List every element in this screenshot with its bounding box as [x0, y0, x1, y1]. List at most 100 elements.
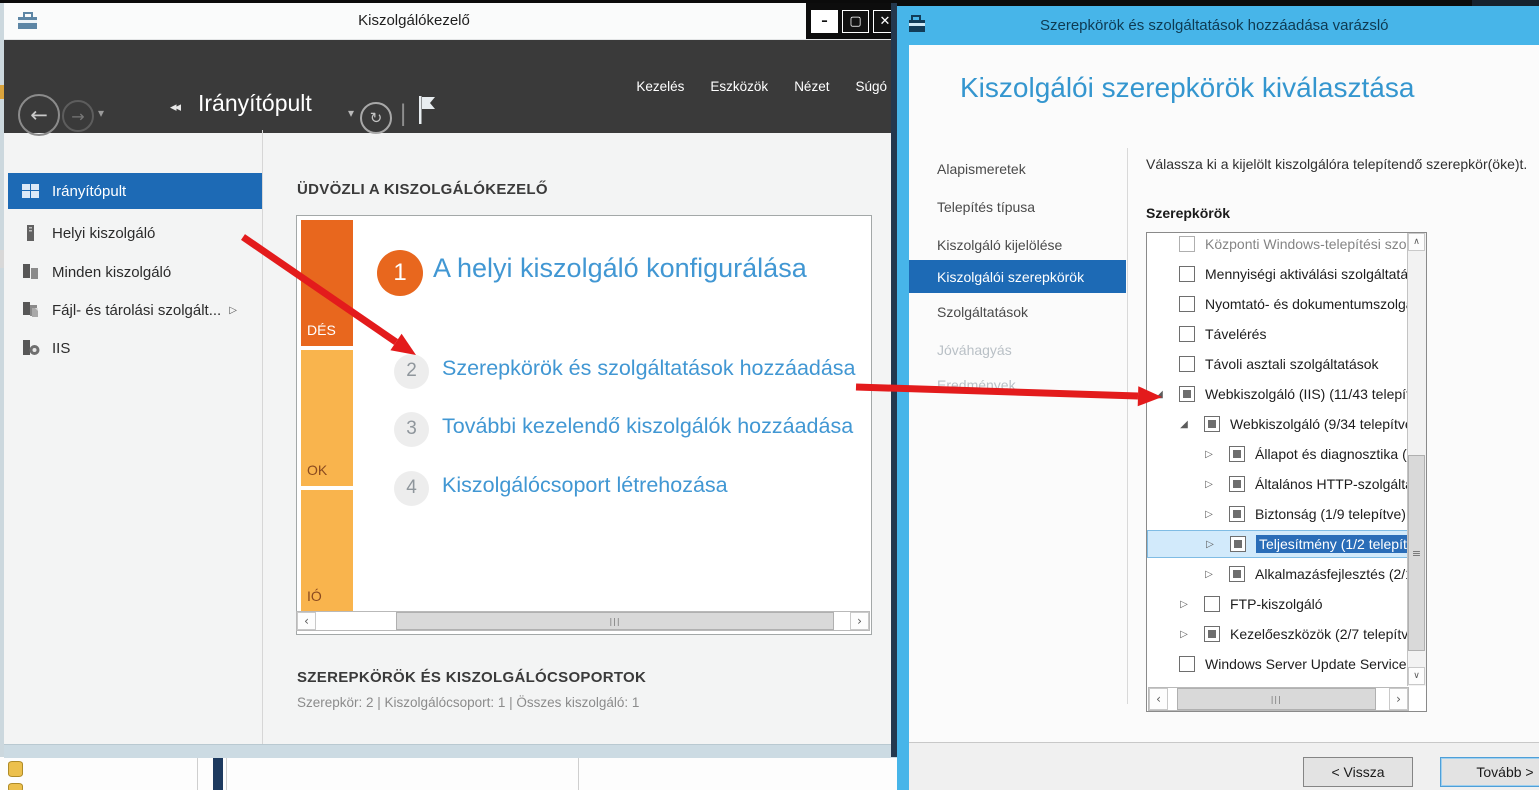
tree-row[interactable]: Központi Windows-telepítési szolgáltatás…: [1147, 233, 1409, 258]
menu-item-nézet[interactable]: Nézet: [794, 79, 829, 94]
scroll-right-button[interactable]: ›: [1389, 688, 1408, 710]
tree-row[interactable]: ▷ Állapot és diagnosztika (1/6 telepítve): [1147, 440, 1409, 468]
tree-row-label: Windows Server Update Services: [1205, 656, 1409, 672]
stripe-label: DÉS: [307, 322, 336, 338]
menu-item-súgó[interactable]: Súgó: [855, 79, 887, 94]
history-caret-icon[interactable]: ▾: [98, 106, 104, 120]
divider: [1127, 148, 1128, 704]
back-button[interactable]: < Vissza: [1303, 757, 1413, 787]
tree-row[interactable]: ◢ Webkiszolgáló (9/34 telepítve): [1147, 410, 1409, 438]
forward-icon[interactable]: →: [62, 100, 94, 132]
step-number-badge: 2: [394, 353, 429, 389]
scrollbar-thumb[interactable]: |||: [396, 612, 834, 630]
checkbox-unchecked[interactable]: [1204, 596, 1220, 612]
step-link-1[interactable]: A helyi kiszolgáló konfigurálása: [433, 253, 807, 284]
checkbox-partial[interactable]: [1229, 476, 1245, 492]
roles-section-summary: Szerepkör: 2 | Kiszolgálócsoport: 1 | Ös…: [297, 695, 640, 710]
checkbox-partial[interactable]: [1229, 566, 1245, 582]
scroll-left-button[interactable]: ‹: [297, 612, 316, 630]
checkbox-unchecked[interactable]: [1179, 236, 1195, 252]
horizontal-scrollbar[interactable]: ‹ ||| ›: [1148, 687, 1409, 711]
wizard-nav-label: Jóváhagyás: [937, 341, 1012, 358]
tree-row[interactable]: ▷ Kezelőeszközök (2/7 telepítve): [1147, 620, 1409, 648]
tree-row[interactable]: Mennyiségi aktiválási szolgáltatások: [1147, 260, 1409, 288]
checkbox-partial[interactable]: [1204, 416, 1220, 432]
collapsed-expander-icon[interactable]: ▷: [1178, 629, 1190, 640]
tree-row[interactable]: ▷ FTP-kiszolgáló: [1147, 590, 1409, 618]
collapsed-expander-icon[interactable]: ▷: [1203, 479, 1215, 490]
tree-row[interactable]: ▷ Teljesítmény (1/2 telepítve): [1147, 530, 1409, 558]
checkbox-unchecked[interactable]: [1179, 656, 1195, 672]
sidebar-item-helyi-kiszolg-l[interactable]: Helyi kiszolgáló: [8, 215, 262, 251]
add-roles-wizard-window: Szerepkörök és szolgáltatások hozzáadása…: [897, 0, 1539, 790]
expanded-expander-icon[interactable]: ◢: [1178, 419, 1190, 430]
wizard-nav-label: Kiszolgálói szerepkörök: [937, 268, 1085, 285]
wizard-nav-label: Alapismeretek: [937, 160, 1026, 177]
expanded-expander-icon[interactable]: ◢: [1153, 389, 1165, 400]
checkbox-partial[interactable]: [1179, 386, 1195, 402]
checkbox-unchecked[interactable]: [1179, 296, 1195, 312]
scrollbar-thumb[interactable]: ≡: [1408, 455, 1425, 651]
wizard-nav-kiszolg-l-i-szerepk-r-k[interactable]: Kiszolgálói szerepkörök: [909, 260, 1126, 293]
database-icon: [8, 761, 23, 777]
sidebar-item-label: IIS: [52, 339, 71, 357]
menu-item-kezelés[interactable]: Kezelés: [636, 79, 684, 94]
tree-row[interactable]: Windows Server Update Services: [1147, 650, 1409, 678]
scroll-right-button[interactable]: ›: [850, 612, 869, 630]
vertical-scrollbar[interactable]: ∧ ≡ ∨: [1407, 233, 1426, 686]
wizard-page-heading: Kiszolgálói szerepkörök kiválasztása: [960, 72, 1415, 103]
expand-chevron-icon[interactable]: ▷: [229, 305, 237, 316]
scrollbar-thumb[interactable]: |||: [1176, 688, 1376, 710]
checkbox-unchecked[interactable]: [1179, 266, 1195, 282]
navigation-bar: ← → ▾ ◂◂ Irányítópult ▾ ↻ | Kezelés Eszkö…: [4, 40, 897, 136]
step-link-4[interactable]: Kiszolgálócsoport létrehozása: [442, 473, 728, 498]
scrollbar-track[interactable]: |||: [1168, 688, 1389, 710]
maximize-button[interactable]: ▢: [842, 9, 869, 33]
roles-tree-listbox[interactable]: Központi Windows-telepítési szolgáltatás…: [1146, 232, 1427, 712]
checkbox-partial[interactable]: [1230, 536, 1246, 552]
tree-row[interactable]: ▷ Általános HTTP-szolgáltatások (4/6 tele…: [1147, 470, 1409, 498]
checkbox-unchecked[interactable]: [1179, 326, 1195, 342]
step-link-3[interactable]: További kezelendő kiszolgálók hozzáadása: [442, 414, 853, 439]
checkbox-partial[interactable]: [1204, 626, 1220, 642]
horizontal-scrollbar[interactable]: ‹ ||| ›: [296, 611, 870, 631]
breadcrumb[interactable]: Irányítópult: [198, 90, 312, 117]
collapsed-expander-icon[interactable]: ▷: [1204, 539, 1216, 550]
collapsed-expander-icon[interactable]: ▷: [1203, 509, 1215, 520]
wizard-nav-telep-t-s-t-pusa[interactable]: Telepítés típusa: [909, 190, 1126, 223]
step-number-badge: 3: [394, 411, 429, 447]
minimize-button[interactable]: –: [811, 9, 838, 33]
breadcrumb-caret-icon[interactable]: ▾: [348, 106, 354, 120]
sidebar-item-f-jl-s-t-rol-si-szolg-lt[interactable]: Fájl- és tárolási szolgált... ▷: [8, 292, 262, 328]
tree-row[interactable]: ▷ Biztonság (1/9 telepítve): [1147, 500, 1409, 528]
wizard-nav-alapismeretek[interactable]: Alapismeretek: [909, 152, 1126, 185]
wizard-nav-szolg-ltat-sok[interactable]: Szolgáltatások: [909, 295, 1126, 328]
sidebar-item-minden-kiszolg-l[interactable]: Minden kiszolgáló: [8, 254, 262, 290]
collapsed-expander-icon[interactable]: ▷: [1178, 599, 1190, 610]
tree-row[interactable]: ◢ Webkiszolgáló (IIS) (11/43 telepítve): [1147, 380, 1409, 408]
checkbox-partial[interactable]: [1229, 506, 1245, 522]
collapsed-expander-icon[interactable]: ▷: [1203, 569, 1215, 580]
title-bar[interactable]: Kiszolgálókezelő – ▢ ✕: [4, 3, 897, 40]
checkbox-partial[interactable]: [1229, 446, 1245, 462]
checkbox-unchecked[interactable]: [1179, 356, 1195, 372]
scroll-up-button[interactable]: ∧: [1408, 233, 1425, 251]
collapsed-expander-icon[interactable]: ▷: [1203, 449, 1215, 460]
scroll-left-button[interactable]: ‹: [1149, 688, 1168, 710]
notifications-flag-icon[interactable]: [416, 95, 436, 130]
scroll-down-button[interactable]: ∨: [1408, 667, 1425, 685]
sidebar-item-iis[interactable]: IIS: [8, 330, 262, 366]
step-number-badge: 1: [377, 250, 423, 296]
tree-row[interactable]: Távelérés: [1147, 320, 1409, 348]
refresh-icon[interactable]: ↻: [360, 102, 392, 134]
wizard-title-bar[interactable]: Szerepkörök és szolgáltatások hozzáadása…: [897, 6, 1539, 45]
scrollbar-track[interactable]: |||: [316, 612, 850, 630]
menu-item-eszközök[interactable]: Eszközök: [710, 79, 768, 94]
wizard-nav-kiszolg-l-kijel-l-se[interactable]: Kiszolgáló kijelölése: [909, 228, 1126, 261]
next-button[interactable]: Tovább >: [1440, 757, 1539, 787]
tree-row[interactable]: Nyomtató- és dokumentumszolgáltatások: [1147, 290, 1409, 318]
step-link-2[interactable]: Szerepkörök és szolgáltatások hozzáadása: [442, 356, 856, 381]
tree-row[interactable]: ▷ Alkalmazásfejlesztés (2/11 telepítve): [1147, 560, 1409, 588]
tree-row[interactable]: Távoli asztali szolgáltatások: [1147, 350, 1409, 378]
sidebar-item-ir-ny-t-pult[interactable]: Irányítópult: [8, 173, 262, 209]
